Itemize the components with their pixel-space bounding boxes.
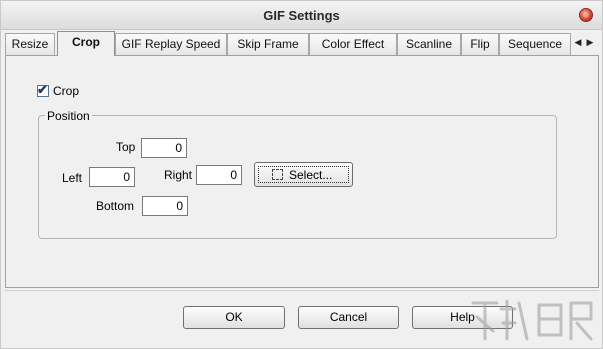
cancel-button[interactable]: Cancel <box>298 306 399 329</box>
tab-scanline[interactable]: Scanline <box>397 33 461 55</box>
crop-checkbox[interactable]: ✔ <box>37 82 49 97</box>
tab-color-effect[interactable]: Color Effect <box>309 33 397 55</box>
scroll-right-icon[interactable]: ▶ <box>585 34 595 50</box>
select-button[interactable]: Select... <box>254 162 353 187</box>
footer-divider <box>5 290 599 291</box>
select-area-icon <box>272 169 283 180</box>
bottom-input[interactable]: 0 <box>142 196 188 216</box>
crop-checkbox-label[interactable]: Crop <box>53 85 79 98</box>
left-label: Left <box>62 171 83 185</box>
right-input[interactable]: 0 <box>196 165 242 185</box>
position-group-label: Position <box>45 109 92 123</box>
top-label: Top <box>116 140 136 154</box>
bottom-label: Bottom <box>96 199 135 213</box>
tab-resize[interactable]: Resize <box>5 33 55 55</box>
watermark-logo <box>471 299 593 341</box>
left-input[interactable]: 0 <box>89 167 135 187</box>
close-icon[interactable] <box>579 8 593 22</box>
window-title: GIF Settings <box>263 8 340 23</box>
checkmark-icon: ✔ <box>37 82 48 97</box>
title-bar[interactable]: GIF Settings <box>1 1 602 30</box>
tab-strip: Resize Crop GIF Replay Speed Skip Frame … <box>5 31 601 56</box>
tab-crop[interactable]: Crop <box>57 31 115 56</box>
top-input[interactable]: 0 <box>141 138 187 158</box>
select-button-label: Select... <box>289 168 333 182</box>
tab-gif-replay-speed[interactable]: GIF Replay Speed <box>115 33 227 55</box>
tab-sequence[interactable]: Sequence <box>499 33 571 55</box>
tab-flip[interactable]: Flip <box>461 33 499 55</box>
gif-settings-dialog: GIF Settings Resize Crop GIF Replay Spee… <box>0 0 603 349</box>
ok-button[interactable]: OK <box>183 306 285 329</box>
right-label: Right <box>164 168 193 182</box>
scroll-left-icon[interactable]: ◀ <box>573 34 583 50</box>
tab-skip-frame[interactable]: Skip Frame <box>227 33 309 55</box>
